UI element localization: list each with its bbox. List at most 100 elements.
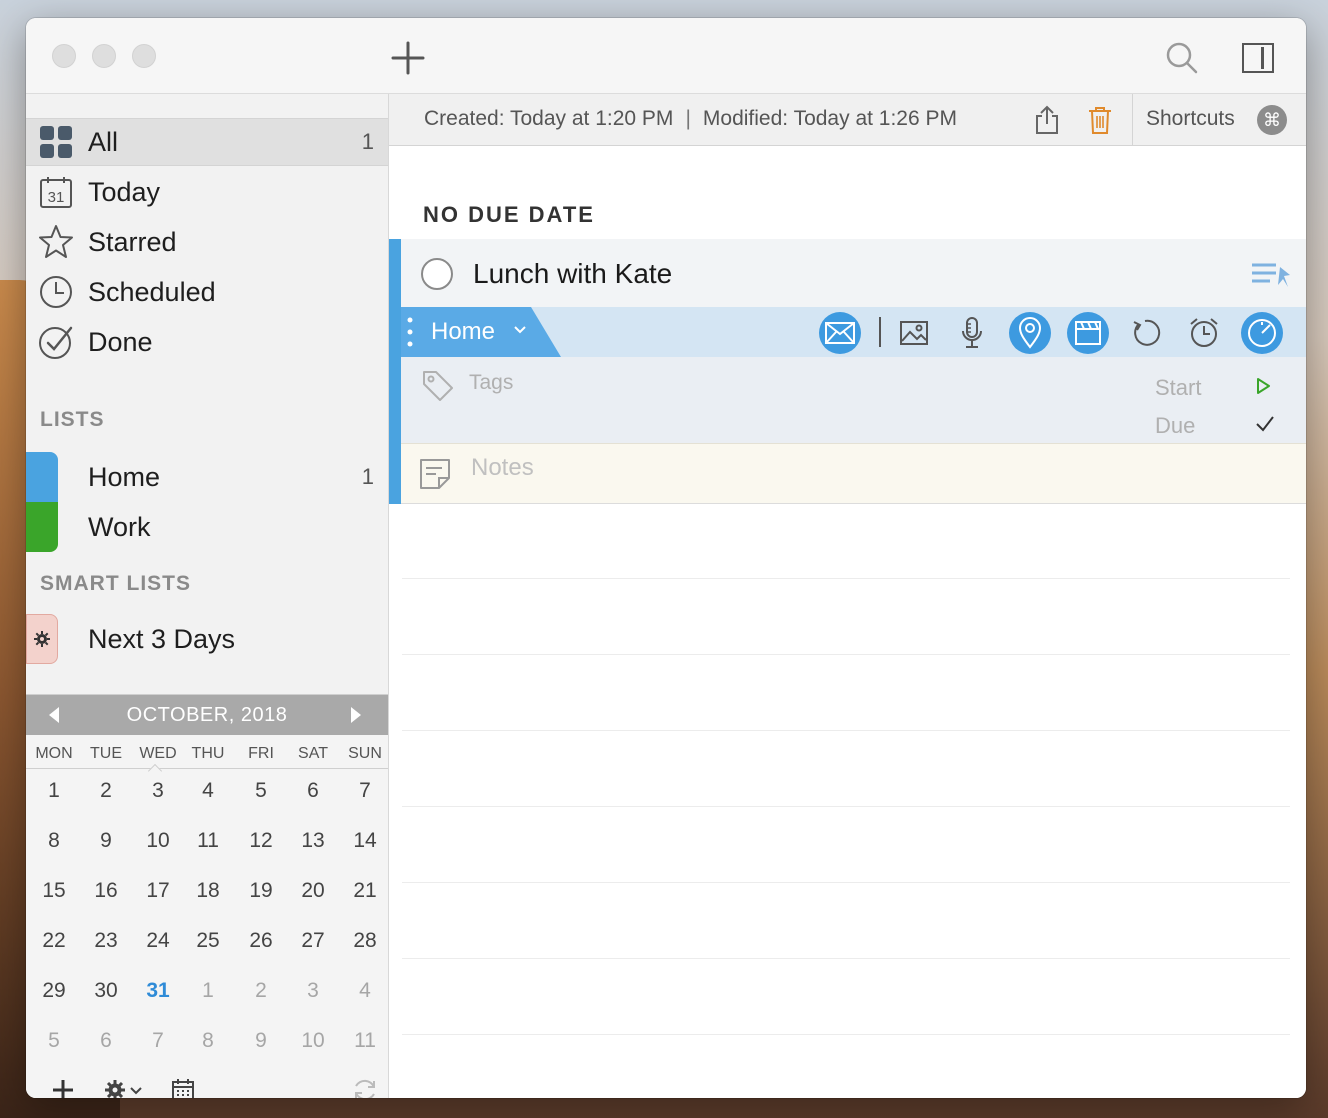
- video-button[interactable]: [1067, 312, 1109, 354]
- calendar-day[interactable]: 11: [182, 823, 234, 859]
- alarm-button[interactable]: [1183, 312, 1225, 354]
- calendar-day[interactable]: 4: [182, 773, 234, 809]
- settings-menu-button[interactable]: [102, 1075, 146, 1098]
- weekday-label: TUE: [90, 745, 122, 762]
- microphone-icon: [962, 317, 982, 348]
- due-date-label[interactable]: Due: [1155, 413, 1195, 439]
- calendar-day[interactable]: 6: [287, 773, 339, 809]
- task-title[interactable]: Lunch with Kate: [473, 258, 672, 290]
- calendar-day[interactable]: 15: [28, 873, 80, 909]
- calendar-day[interactable]: 8: [182, 1023, 234, 1059]
- calendar-day[interactable]: 8: [28, 823, 80, 859]
- calendar-day[interactable]: 2: [235, 973, 287, 1009]
- calendar-day[interactable]: 4: [339, 973, 391, 1009]
- share-button[interactable]: [1031, 104, 1063, 136]
- grid-icon: [38, 124, 74, 160]
- sidebar-item-done[interactable]: Done: [26, 318, 388, 366]
- repeat-button[interactable]: [1125, 312, 1167, 354]
- delete-button[interactable]: [1084, 104, 1116, 136]
- calendar-day[interactable]: 31: [132, 973, 184, 1009]
- calendar-day[interactable]: 29: [28, 973, 80, 1009]
- calendar-day[interactable]: 2: [80, 773, 132, 809]
- toolbar-separator: [879, 317, 881, 347]
- note-icon: [420, 459, 450, 489]
- calendar-day[interactable]: 10: [287, 1023, 339, 1059]
- task-row[interactable]: Lunch with Kate: [401, 239, 1306, 307]
- calendar-day[interactable]: 13: [287, 823, 339, 859]
- calendar-day[interactable]: 24: [132, 923, 184, 959]
- minimize-window-button[interactable]: [92, 44, 116, 68]
- notes-field[interactable]: Notes: [471, 454, 534, 482]
- next-month-button[interactable]: [336, 695, 376, 735]
- calendar-day[interactable]: 25: [182, 923, 234, 959]
- sidebar-item-scheduled[interactable]: Scheduled: [26, 268, 388, 316]
- gear-icon: [34, 631, 50, 647]
- sidebar-item-label: All: [88, 126, 119, 157]
- calendar-day[interactable]: 7: [132, 1023, 184, 1059]
- sidebar-item-work[interactable]: Work: [26, 502, 388, 552]
- calendar-day[interactable]: 23: [80, 923, 132, 959]
- calendar-view-button[interactable]: [168, 1075, 198, 1098]
- zoom-window-button[interactable]: [132, 44, 156, 68]
- share-icon: [1036, 105, 1058, 134]
- sidebar-toggle-button[interactable]: [1240, 40, 1276, 76]
- calendar-day[interactable]: 9: [235, 1023, 287, 1059]
- location-button[interactable]: [1009, 312, 1051, 354]
- calendar-day[interactable]: 18: [182, 873, 234, 909]
- prev-month-button[interactable]: [34, 695, 74, 735]
- calendar-day[interactable]: 1: [182, 973, 234, 1009]
- calendar-day[interactable]: 1: [28, 773, 80, 809]
- calendar-day[interactable]: 22: [28, 923, 80, 959]
- sync-icon: [355, 1079, 375, 1098]
- calendar-day[interactable]: 6: [80, 1023, 132, 1059]
- start-date-label[interactable]: Start: [1155, 375, 1201, 401]
- check-circle-icon: [38, 324, 74, 360]
- calendar-day[interactable]: 11: [339, 1023, 391, 1059]
- triangle-left-icon: [49, 707, 59, 723]
- calendar-day[interactable]: 20: [287, 873, 339, 909]
- calendar-day[interactable]: 7: [339, 773, 391, 809]
- shortcuts-button[interactable]: Shortcuts: [1146, 107, 1235, 131]
- image-icon: [900, 321, 928, 345]
- sidebar-item-home[interactable]: Home 1: [26, 452, 388, 502]
- task-checkbox[interactable]: [421, 258, 453, 290]
- sidebar-item-next-3-days[interactable]: Next 3 Days: [58, 614, 388, 664]
- calendar-day[interactable]: 3: [132, 773, 184, 809]
- close-window-button[interactable]: [52, 44, 76, 68]
- email-button[interactable]: [819, 312, 861, 354]
- command-key-icon[interactable]: ⌘: [1257, 105, 1287, 135]
- sidebar-item-all[interactable]: All 1: [26, 118, 388, 166]
- calendar-day[interactable]: 28: [339, 923, 391, 959]
- add-button[interactable]: [48, 1075, 78, 1098]
- calendar-day[interactable]: 16: [80, 873, 132, 909]
- calendar-day[interactable]: 12: [235, 823, 287, 859]
- row-divider: [402, 806, 1290, 807]
- email-icon: [825, 322, 855, 344]
- estimate-button[interactable]: [1241, 312, 1283, 354]
- audio-button[interactable]: [951, 312, 993, 354]
- tags-field[interactable]: Tags: [469, 371, 513, 395]
- sidebar-item-today[interactable]: 31 Today: [26, 168, 388, 216]
- calendar-day[interactable]: 5: [235, 773, 287, 809]
- calendar-day[interactable]: 27: [287, 923, 339, 959]
- sidebar-item-label: Today: [88, 176, 161, 207]
- calendar-day[interactable]: 30: [80, 973, 132, 1009]
- calendar-day[interactable]: 19: [235, 873, 287, 909]
- calendar-day[interactable]: 14: [339, 823, 391, 859]
- search-button[interactable]: [1164, 40, 1200, 76]
- calendar-day[interactable]: 9: [80, 823, 132, 859]
- sync-button[interactable]: [350, 1075, 380, 1098]
- add-task-button[interactable]: [388, 38, 428, 78]
- calendar-day[interactable]: 5: [28, 1023, 80, 1059]
- calendar-day[interactable]: 26: [235, 923, 287, 959]
- calendar-day[interactable]: 17: [132, 873, 184, 909]
- item-count: 1: [361, 464, 374, 489]
- calendar-day[interactable]: 10: [132, 823, 184, 859]
- calendar-day[interactable]: 21: [339, 873, 391, 909]
- calendar-day[interactable]: 3: [287, 973, 339, 1009]
- list-selector[interactable]: Home: [401, 307, 561, 357]
- task-item: Lunch with Kate Home Tags Start Due Note…: [389, 239, 1306, 504]
- sidebar-item-starred[interactable]: Starred: [26, 218, 388, 266]
- image-button[interactable]: [893, 312, 935, 354]
- task-details-toggle[interactable]: [1250, 259, 1292, 291]
